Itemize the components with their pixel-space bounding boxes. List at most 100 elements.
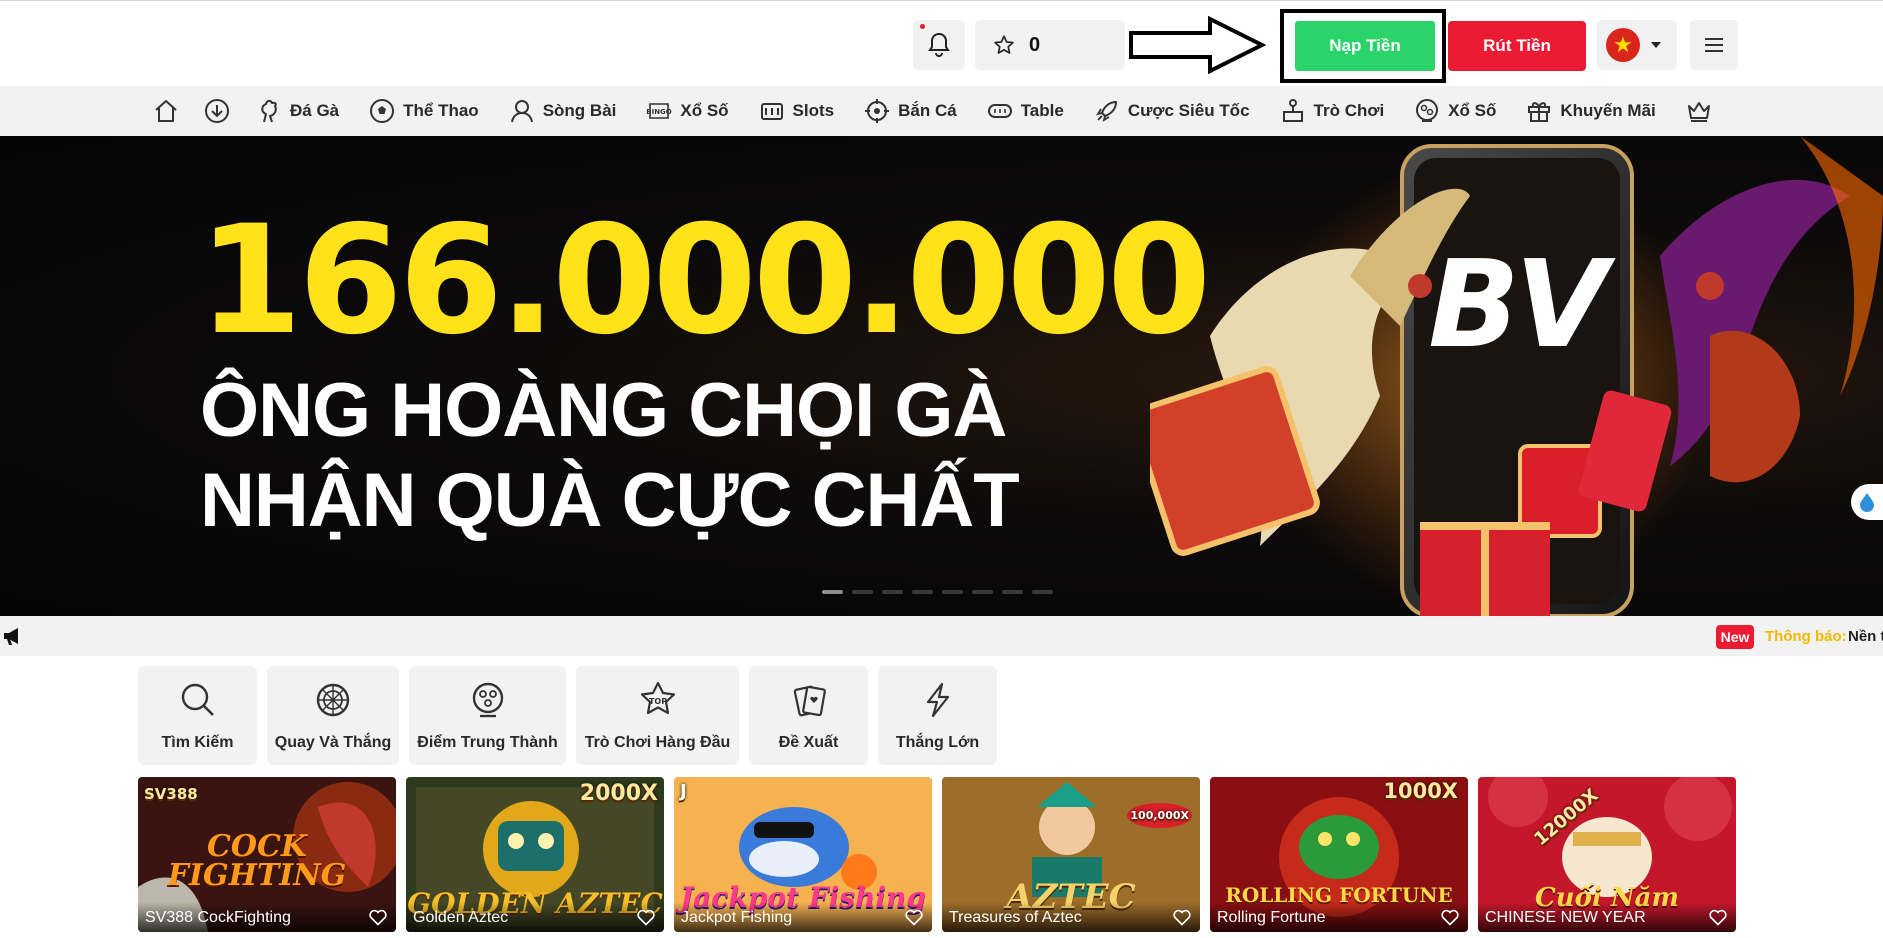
game-tile[interactable]: 12000X Cuối Năm CHINESE NEW YEAR (1478, 777, 1736, 932)
top-games-icon: TOP (640, 681, 675, 715)
banner-amount: 166.000.000 (198, 194, 1211, 368)
megaphone-icon (4, 628, 18, 645)
home-icon (155, 100, 177, 122)
nav-home[interactable] (153, 86, 179, 136)
nav-item-table[interactable]: Table (987, 86, 1064, 136)
favorites-count: 0 (1029, 33, 1041, 56)
quick-link-search[interactable]: Tìm Kiếm (138, 666, 257, 765)
quick-link-top-games[interactable]: TOP Trò Chơi Hàng Đầu (576, 666, 739, 765)
heart-icon[interactable] (636, 907, 656, 927)
nav-item-slots[interactable]: Slots (759, 86, 835, 136)
top-header: 0 Nạp Tiền Rút Tiền ★ (0, 0, 1883, 86)
svg-text:TOP: TOP (648, 697, 666, 706)
nav-label: Xổ Số (1448, 101, 1497, 120)
game-name: Jackpot Fishing (681, 909, 793, 926)
heart-icon[interactable] (1172, 907, 1192, 927)
game-badge: 100,000X (1127, 803, 1192, 828)
favorites-button[interactable]: 0 (975, 20, 1125, 70)
banner-dot[interactable] (1032, 590, 1053, 594)
quick-links: Tìm Kiếm Quay Và Thắng Điểm Trung Thành … (138, 666, 997, 765)
nav-item-song-bai[interactable]: Sòng Bài (509, 86, 616, 136)
gift-icon (1528, 102, 1551, 122)
nav-item-the-thao[interactable]: Thể Thao (369, 86, 479, 136)
deposit-button[interactable]: Nạp Tiền (1295, 21, 1435, 71)
pointer-arrow-icon (1129, 16, 1266, 74)
game-grid: SV388 COCK FIGHTING SV388 CockFighting 2… (138, 777, 1736, 932)
star-icon (994, 35, 1014, 54)
banner-headline-2: NHẬN QUÀ CỰC CHẤT (200, 458, 1020, 543)
banner-dot[interactable] (1002, 590, 1023, 594)
quick-link-big-win[interactable]: Thắng Lớn (878, 666, 997, 765)
heart-icon[interactable] (904, 907, 924, 927)
game-caption: Jackpot Fishing (674, 902, 932, 932)
nav-item-xo-so-bingo[interactable]: BINGO Xổ Số (646, 86, 729, 136)
unread-dot (920, 24, 925, 29)
game-tile[interactable]: SV388 COCK FIGHTING SV388 CockFighting (138, 777, 396, 932)
quick-link-label: Trò Chơi Hàng Đầu (584, 734, 731, 751)
game-tile[interactable]: 100,000X AZTEC Treasures of Aztec (942, 777, 1200, 932)
nav-label: Cược Siêu Tốc (1127, 101, 1250, 120)
lottery-ball-icon (1416, 99, 1439, 122)
cards-icon (793, 685, 826, 717)
game-badge: 1000X (1383, 779, 1458, 803)
game-badge: J (680, 781, 687, 802)
banner-dot[interactable] (912, 590, 933, 594)
heart-icon[interactable] (1708, 907, 1728, 927)
heart-icon[interactable] (1440, 907, 1460, 927)
nav-label: Thể Thao (403, 101, 479, 120)
nav-label: Bắn Cá (898, 101, 957, 120)
main-nav: Đá Gà Thể Thao Sòng Bài BINGO Xổ Số Slot… (0, 86, 1883, 136)
nav-item-da-ga[interactable]: Đá Gà (256, 86, 339, 136)
game-caption: Rolling Fortune (1210, 902, 1468, 932)
hamburger-menu-button[interactable] (1690, 20, 1738, 70)
nav-label: Table (1020, 101, 1064, 120)
nav-label: Khuyến Mãi (1560, 101, 1656, 120)
nav-item-tro-choi[interactable]: Trò Chơi (1280, 86, 1384, 136)
notice-text[interactable]: Nền t (1848, 628, 1883, 645)
quick-link-loyalty[interactable]: Điểm Trung Thành (409, 666, 566, 765)
notice-label: Thông báo: (1765, 628, 1847, 645)
banner-dot[interactable] (972, 590, 993, 594)
banner-dot[interactable] (822, 590, 843, 594)
withdraw-button[interactable]: Rút Tiền (1448, 21, 1586, 71)
search-icon (181, 683, 214, 716)
game-tile[interactable]: 1000X ROLLING FORTUNE Rolling Fortune (1210, 777, 1468, 932)
nav-item-xo-so[interactable]: Xổ Số (1414, 86, 1496, 136)
target-icon (865, 99, 890, 123)
rocket-icon (1095, 101, 1117, 122)
nav-item-ban-ca[interactable]: Bắn Cá (864, 86, 957, 136)
nav-label: Slots (792, 101, 835, 120)
svg-text:BINGO: BINGO (647, 108, 673, 116)
wheel-icon (316, 683, 350, 717)
soccer-ball-icon (370, 99, 395, 123)
game-name: Golden Aztec (413, 909, 509, 926)
table-icon (987, 104, 1012, 118)
rooster-icon (261, 99, 277, 123)
promo-banner[interactable]: BV 166.000.000 ÔNG HOÀNG CHỌI GÀ NHẬN QU… (0, 136, 1883, 616)
nav-download[interactable] (204, 86, 230, 136)
banner-dot[interactable] (852, 590, 873, 594)
new-badge: New (1716, 625, 1754, 649)
banner-dot[interactable] (882, 590, 903, 594)
game-tile[interactable]: 2000X GOLDEN AZTEC Golden Aztec (406, 777, 664, 932)
language-selector[interactable]: ★ (1597, 20, 1677, 70)
quick-link-spin-win[interactable]: Quay Và Thắng (267, 666, 399, 765)
quick-link-label: Tìm Kiếm (161, 734, 234, 751)
game-caption: CHINESE NEW YEAR (1478, 902, 1736, 932)
arcade-icon (1282, 99, 1303, 122)
notifications-button[interactable] (913, 20, 965, 70)
support-chat-button[interactable] (1851, 484, 1883, 520)
banner-artwork: BV (1150, 136, 1883, 616)
quick-link-label: Điểm Trung Thành (417, 734, 558, 751)
game-tile[interactable]: J Jackpot Fishing Jackpot Fishing (674, 777, 932, 932)
hamburger-icon (1705, 38, 1723, 52)
heart-icon[interactable] (368, 907, 388, 927)
nav-vip[interactable] (1686, 86, 1712, 136)
quick-link-label: Đề Xuất (778, 734, 839, 751)
nav-item-cuoc-sieu-toc[interactable]: Cược Siêu Tốc (1094, 86, 1250, 136)
droplet-icon (1860, 493, 1874, 512)
quick-link-recommended[interactable]: Đề Xuất (749, 666, 868, 765)
banner-dot[interactable] (942, 590, 963, 594)
game-caption: Treasures of Aztec (942, 902, 1200, 932)
nav-item-khuyen-mai[interactable]: Khuyến Mãi (1526, 86, 1656, 136)
